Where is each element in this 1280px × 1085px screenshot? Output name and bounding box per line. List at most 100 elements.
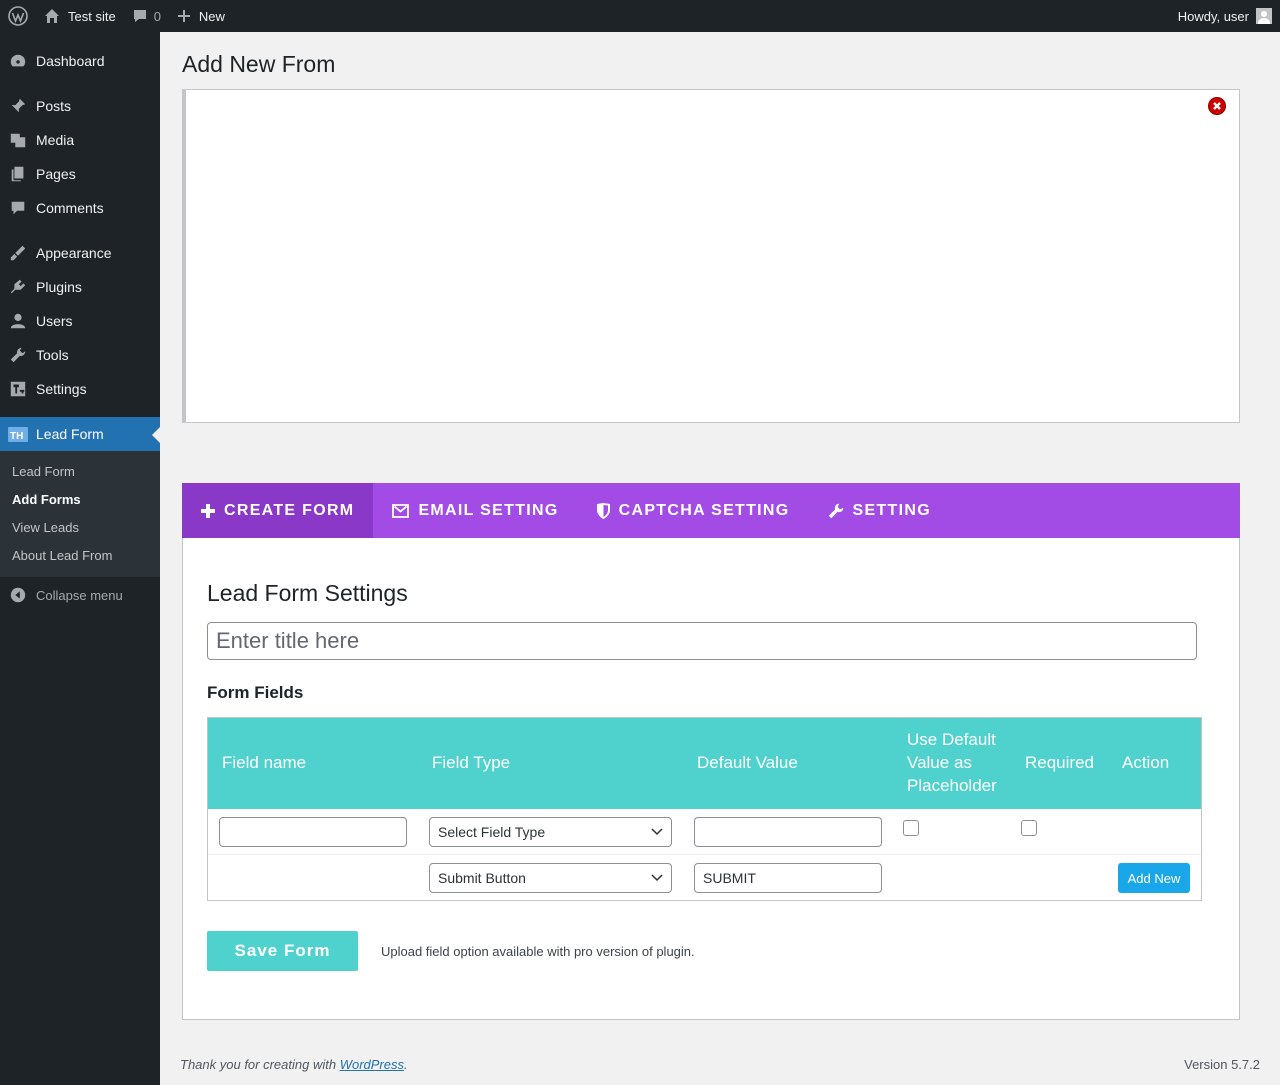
comments-link[interactable]: 0 bbox=[124, 0, 169, 32]
comments-count: 0 bbox=[153, 8, 161, 24]
collapse-label: Collapse menu bbox=[36, 587, 123, 603]
menu-item-appearance[interactable]: Appearance bbox=[0, 236, 160, 270]
lead-form-icon: TH bbox=[0, 424, 36, 444]
menu-label: Posts bbox=[36, 98, 72, 114]
menu-label: Media bbox=[36, 132, 75, 148]
wordpress-logo-icon[interactable] bbox=[0, 0, 36, 32]
shield-icon bbox=[596, 502, 619, 519]
field-name-input[interactable] bbox=[219, 817, 407, 847]
menu-item-pages[interactable]: Pages bbox=[0, 157, 160, 191]
form-fields-table: Field name Field Type Default Value Use … bbox=[207, 717, 1202, 901]
submit-value-input[interactable]: SUBMIT bbox=[694, 863, 882, 893]
menu-label: Appearance bbox=[36, 245, 112, 261]
column-default-value: Default Value bbox=[697, 753, 798, 772]
column-label-line: Use Default bbox=[907, 730, 996, 749]
new-label: New bbox=[198, 8, 225, 24]
submenu-item-lead-form[interactable]: Lead Form bbox=[12, 464, 75, 479]
site-name: Test site bbox=[68, 8, 116, 24]
column-action: Action bbox=[1122, 753, 1170, 772]
menu-item-posts[interactable]: Posts bbox=[0, 89, 160, 123]
footer-suffix: . bbox=[404, 1057, 408, 1072]
submit-type-select[interactable]: Submit Button bbox=[429, 863, 672, 893]
menu-item-lead-form[interactable]: TH Lead Form bbox=[0, 417, 160, 451]
wrench-icon bbox=[0, 346, 36, 364]
form-fields-heading: Form Fields bbox=[207, 683, 304, 702]
comment-icon bbox=[0, 199, 36, 217]
form-title-input[interactable] bbox=[207, 622, 1197, 660]
save-form-button[interactable]: Save Form bbox=[207, 931, 358, 971]
field-type-select[interactable]: Select Field Type bbox=[429, 817, 672, 847]
menu-item-media[interactable]: Media bbox=[0, 123, 160, 157]
menu-label: Dashboard bbox=[36, 53, 105, 69]
default-value-input[interactable] bbox=[694, 817, 882, 847]
new-content-link[interactable]: New bbox=[169, 0, 233, 32]
comment-icon bbox=[132, 8, 148, 24]
menu-item-comments[interactable]: Comments bbox=[0, 191, 160, 225]
table-header: Field name Field Type Default Value Use … bbox=[208, 718, 1201, 809]
close-icon[interactable] bbox=[1209, 98, 1225, 114]
column-field-name: Field name bbox=[222, 753, 307, 772]
column-required: Required bbox=[1025, 753, 1094, 772]
menu-label: Comments bbox=[36, 200, 104, 216]
add-new-button[interactable]: Add New bbox=[1118, 863, 1190, 893]
table-row: Submit Button SUBMIT Add New bbox=[208, 855, 1201, 901]
select-value: Submit Button bbox=[438, 870, 526, 886]
lead-form-submenu: Lead Form Add Forms View Leads About Lea… bbox=[0, 451, 160, 577]
submenu-item-about[interactable]: About Lead From bbox=[12, 548, 112, 563]
collapse-arrow-icon bbox=[0, 586, 36, 604]
column-use-placeholder: Use Default Value as Placeholder bbox=[907, 728, 997, 797]
menu-label: Tools bbox=[36, 347, 69, 363]
use-placeholder-checkbox[interactable] bbox=[903, 820, 919, 836]
menu-item-tools[interactable]: Tools bbox=[0, 338, 160, 372]
media-icon bbox=[0, 131, 36, 149]
home-icon bbox=[44, 8, 60, 24]
howdy-text: Howdy, user bbox=[1177, 8, 1249, 24]
tab-email-setting[interactable]: EMAIL SETTING bbox=[373, 483, 577, 538]
tab-create-form[interactable]: CREATE FORM bbox=[182, 483, 374, 538]
avatar bbox=[1256, 8, 1272, 24]
tab-label: CAPTCHA SETTING bbox=[618, 501, 790, 519]
menu-item-users[interactable]: Users bbox=[0, 304, 160, 338]
menu-item-plugins[interactable]: Plugins bbox=[0, 270, 160, 304]
tab-label: EMAIL SETTING bbox=[418, 501, 559, 519]
menu-label: Plugins bbox=[36, 279, 82, 295]
settings-tabs: CREATE FORM EMAIL SETTING CAPTCHA SETTIN… bbox=[182, 483, 1240, 538]
submenu-item-add-forms[interactable]: Add Forms bbox=[12, 492, 81, 507]
users-icon bbox=[0, 312, 36, 330]
plus-icon bbox=[177, 9, 191, 23]
required-checkbox[interactable] bbox=[1021, 820, 1037, 836]
plugin-icon bbox=[0, 278, 36, 296]
dashboard-icon bbox=[0, 52, 36, 70]
site-name-link[interactable]: Test site bbox=[36, 0, 124, 32]
page-title: Add New From bbox=[182, 51, 336, 77]
tab-setting[interactable]: SETTING bbox=[809, 483, 950, 538]
pro-version-note: Upload field option available with pro v… bbox=[381, 944, 695, 959]
paintbrush-icon bbox=[0, 244, 36, 262]
create-form-panel: Lead Form Settings Form Fields Field nam… bbox=[182, 538, 1240, 1020]
table-row: Select Field Type bbox=[208, 809, 1201, 855]
column-label-line: Value as bbox=[907, 753, 972, 772]
tab-label: SETTING bbox=[852, 501, 931, 519]
svg-text:TH: TH bbox=[10, 431, 23, 442]
menu-item-settings[interactable]: Settings bbox=[0, 372, 160, 406]
menu-label: Settings bbox=[36, 381, 87, 397]
collapse-menu-button[interactable]: Collapse menu bbox=[0, 580, 160, 610]
menu-label: Pages bbox=[36, 166, 76, 182]
my-account[interactable]: Howdy, user bbox=[1170, 0, 1280, 32]
column-field-type: Field Type bbox=[432, 753, 511, 772]
pages-icon bbox=[0, 165, 36, 183]
column-label-line: Placeholder bbox=[907, 776, 997, 795]
wordpress-link[interactable]: WordPress bbox=[340, 1057, 404, 1072]
select-value: Select Field Type bbox=[438, 824, 546, 840]
menu-label: Lead Form bbox=[36, 426, 104, 442]
menu-item-dashboard[interactable]: Dashboard bbox=[0, 44, 160, 78]
menu-label: Users bbox=[36, 313, 73, 329]
plus-icon bbox=[201, 503, 224, 518]
notice-box bbox=[182, 89, 1240, 423]
footer-version: Version 5.7.2 bbox=[1184, 1057, 1260, 1072]
settings-heading: Lead Form Settings bbox=[207, 580, 408, 606]
chevron-down-icon bbox=[651, 874, 663, 882]
submenu-item-view-leads[interactable]: View Leads bbox=[12, 520, 79, 535]
tab-captcha-setting[interactable]: CAPTCHA SETTING bbox=[578, 483, 809, 538]
tab-label: CREATE FORM bbox=[224, 501, 355, 519]
